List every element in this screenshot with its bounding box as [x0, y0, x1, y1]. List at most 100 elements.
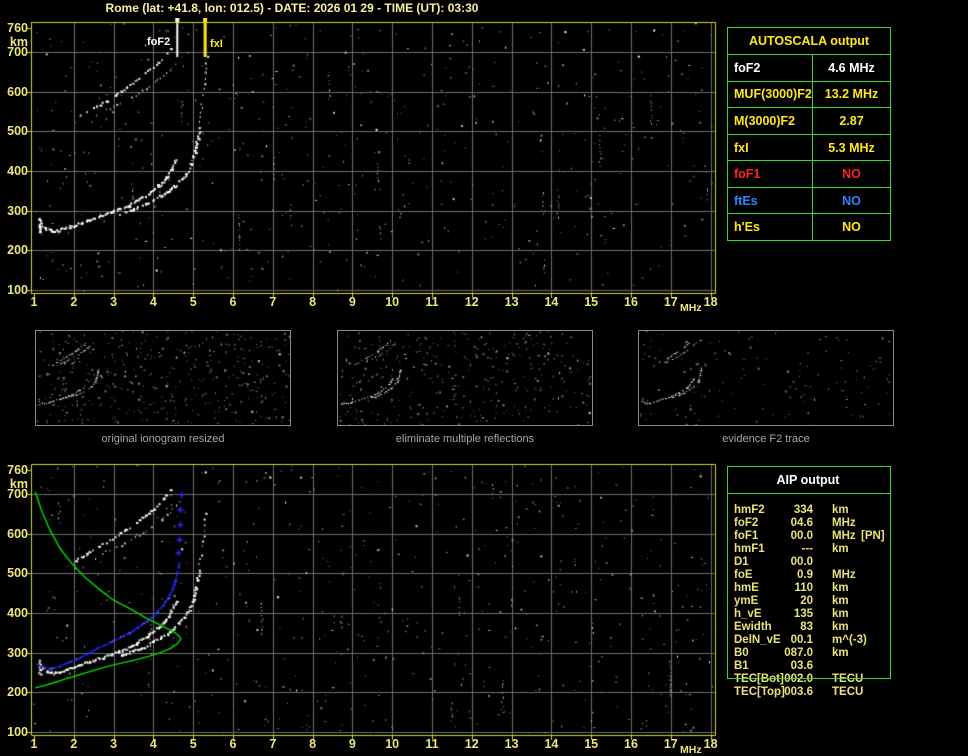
aip-table-separator — [727, 493, 890, 494]
aip-table-header: AIP output — [776, 473, 840, 487]
autoscala-row-value: 4.6 MHz — [812, 55, 890, 81]
aip-row: B1 03.6 — [727, 660, 967, 673]
autoscala-row-value: 13.2 MHz — [812, 81, 890, 108]
thumbnail-evidence-f2-trace — [638, 330, 894, 426]
x-tick-label: 11 — [425, 737, 439, 751]
aip-row-value: 00.0 — [790, 556, 813, 568]
x-tick-label: 8 — [309, 295, 317, 309]
autoscala-row-label: fxI — [734, 140, 749, 155]
autoscala-output-table: AUTOSCALA output foF2 4.6 MHz MUF(3000)F2 1… — [727, 27, 891, 241]
y-tick-label: 300 — [7, 645, 28, 660]
x-tick-label: 1 — [30, 737, 38, 751]
aip-row-unit: km — [832, 621, 849, 633]
x-tick-label: 1 — [30, 295, 38, 309]
aip-row-extra: [PN] — [861, 530, 885, 542]
y-tick-label: 400 — [7, 605, 28, 620]
autoscala-row: ftEs NO — [728, 186, 890, 214]
aip-row: hmF2 334 km — [727, 504, 967, 517]
aip-row: ymE 20 km — [727, 595, 967, 608]
x-tick-label: 9 — [348, 737, 356, 751]
aip-row-value: 135 — [793, 608, 813, 620]
aip-row: hmF1 --- km — [727, 543, 967, 556]
aip-row-unit: TECU — [832, 686, 864, 698]
x-tick-label: 14 — [544, 295, 559, 309]
fxI-marker-label: fxI — [210, 38, 223, 50]
x-tick-label: 9 — [348, 295, 356, 309]
autoscala-row-value: NO — [812, 214, 890, 241]
aip-row: foF1 00.0 MHz [PN] — [727, 530, 967, 543]
aip-row-value: 003.6 — [784, 686, 813, 698]
x-tick-label: 4 — [149, 295, 157, 309]
x-tick-label: 6 — [229, 737, 237, 751]
ionogram-main-plot — [26, 18, 720, 300]
x-tick-label: 10 — [385, 737, 400, 751]
x-tick-label: 2 — [70, 295, 78, 309]
aip-row-label: B0 — [734, 647, 749, 659]
autoscala-row-value: NO — [812, 187, 890, 214]
aip-row-value: 087.0 — [784, 647, 813, 659]
y-axis-unit: km — [9, 35, 28, 49]
aip-row-value: 04.6 — [790, 517, 813, 529]
aip-row: Ewidth 83 km — [727, 621, 967, 634]
y-tick-label: 400 — [7, 163, 28, 178]
aip-row-value: 110 — [794, 582, 813, 594]
y-tick-label: 100 — [7, 283, 28, 297]
aip-row: DelN_vE 00.1 m^(-3) — [727, 634, 967, 647]
aip-row-value: 00.1 — [790, 634, 813, 646]
y-tick-label: 760 — [7, 463, 28, 477]
x-tick-label: 4 — [149, 737, 157, 751]
x-tick-label: 18 — [703, 295, 718, 309]
x-tick-label: 14 — [544, 737, 559, 751]
y-tick-label: 200 — [7, 685, 28, 700]
y-tick-label: 600 — [7, 84, 28, 99]
aip-row: TEC[Bot] 002.0 TECU — [727, 673, 967, 686]
y-axis-unit: km — [9, 477, 28, 491]
aip-row: foE 0.9 MHz — [727, 569, 967, 582]
x-tick-label: 11 — [425, 295, 439, 309]
x-tick-label: 7 — [269, 295, 277, 309]
x-tick-label: 13 — [504, 295, 519, 309]
aip-row-unit: MHz — [832, 517, 856, 529]
aip-row-label: foE — [734, 569, 753, 581]
aip-row-unit: MHz — [832, 530, 856, 542]
y-tick-label: 100 — [7, 725, 28, 739]
autoscala-row-value: NO — [812, 161, 890, 187]
x-tick-label: 18 — [703, 737, 718, 751]
x-tick-label: 5 — [189, 737, 197, 751]
aip-row-value: 03.6 — [790, 660, 813, 672]
aip-row-unit: km — [832, 608, 849, 620]
aip-row-value: --- — [801, 543, 814, 555]
aip-row-unit: km — [832, 504, 849, 516]
autoscala-row: fxI 5.3 MHz — [728, 133, 890, 161]
x-axis-unit: MHz — [680, 744, 702, 756]
aip-row-value: 002.0 — [784, 673, 813, 685]
aip-row: B0 087.0 km — [727, 647, 967, 660]
aip-row: foF2 04.6 MHz — [727, 517, 967, 530]
x-tick-label: 3 — [110, 295, 118, 309]
x-tick-label: 3 — [110, 737, 118, 751]
aip-row-unit: m^(-3) — [832, 634, 867, 646]
autoscala-row-value: 5.3 MHz — [812, 134, 890, 161]
aip-row: h_vE 135 km — [727, 608, 967, 621]
aip-row-unit: km — [832, 647, 849, 659]
x-tick-label: 16 — [624, 295, 638, 309]
autoscala-table-rows: foF2 4.6 MHz MUF(3000)F2 13.2 MHz M(3000)F2 2… — [728, 54, 890, 241]
y-tick-label: 500 — [7, 566, 28, 581]
aip-row-unit: km — [832, 582, 849, 594]
autoscala-row: h'Es NO — [728, 213, 890, 241]
aip-row-value: 83 — [800, 621, 813, 633]
thumbnail-caption-eliminate: eliminate multiple reflections — [395, 433, 535, 445]
aip-row-label: B1 — [734, 660, 749, 672]
x-tick-label: 15 — [584, 295, 599, 309]
x-tick-label: 15 — [584, 737, 599, 751]
x-tick-label: 7 — [269, 737, 277, 751]
aip-row-unit: km — [832, 543, 849, 555]
aip-row-label: D1 — [734, 556, 749, 568]
aip-row-unit: MHz — [832, 569, 856, 581]
aip-row-value: 334 — [793, 504, 813, 516]
autoscala-row-label: foF2 — [734, 60, 761, 75]
autoscala-row: foF2 4.6 MHz — [728, 54, 890, 81]
x-tick-label: 5 — [189, 295, 197, 309]
thumbnail-eliminate-reflections — [337, 330, 593, 426]
page-title: Rome (lat: +41.8, lon: 012.5) - DATE: 20… — [105, 1, 479, 15]
